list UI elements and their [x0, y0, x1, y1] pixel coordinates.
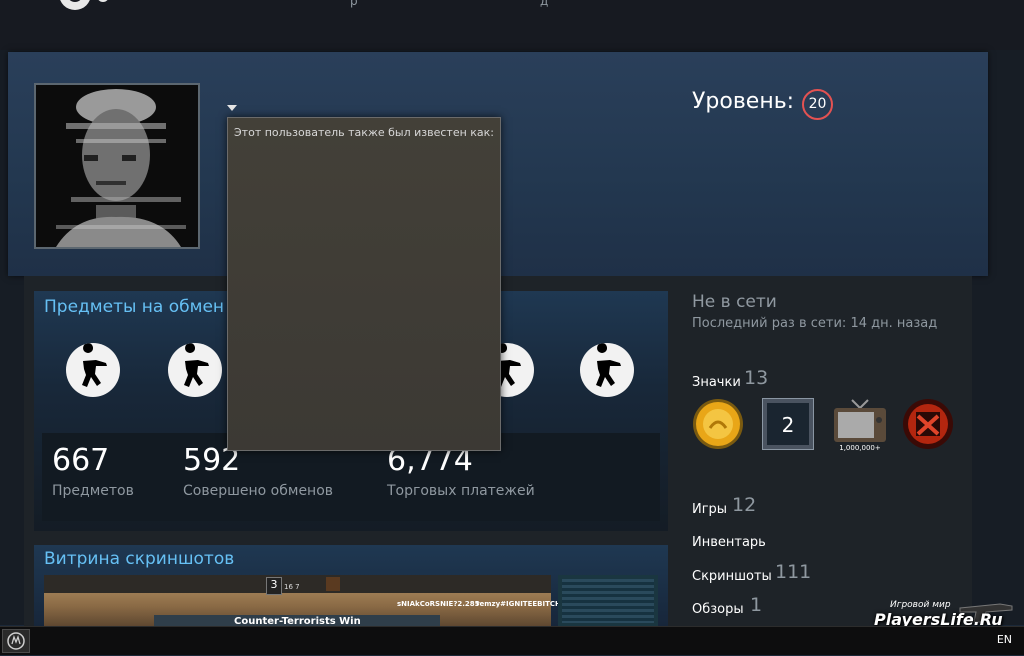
- hud-score: 16 7: [284, 583, 300, 591]
- badge-number: 2: [782, 413, 795, 437]
- stat-trades-label: Совершено обменов: [183, 483, 334, 499]
- killfeed-left: sNIAkCoRSNIE?2.285: [397, 600, 480, 608]
- steam-logo-icon[interactable]: [45, 0, 125, 18]
- screenshots-count: 111: [775, 561, 812, 583]
- showcase-title[interactable]: Витрина скриншотов: [44, 549, 234, 569]
- level-label: Уровень:: [692, 89, 795, 114]
- avatar[interactable]: [34, 83, 200, 249]
- terrorist-team-icon: [326, 577, 340, 591]
- badge-dota-icon[interactable]: [902, 398, 954, 450]
- inventory-link[interactable]: Инвентарь: [692, 535, 766, 550]
- nav-item-fragment[interactable]: д: [540, 0, 548, 8]
- badges-count: 13: [744, 367, 769, 389]
- screenshots-link[interactable]: Скриншоты: [692, 569, 772, 584]
- showcase-title[interactable]: Предметы на обмен: [44, 297, 224, 317]
- reviews-link[interactable]: Обзоры: [692, 602, 744, 617]
- hud-round-number: 3: [266, 577, 282, 595]
- statue-portrait-image: [36, 85, 198, 247]
- screenshot-thumbnail[interactable]: [558, 575, 658, 627]
- games-link[interactable]: Игры: [692, 502, 727, 517]
- item-slot[interactable]: [580, 343, 634, 397]
- soldier-silhouette-icon: [82, 343, 107, 387]
- name-history-title: Этот пользователь также был известен как…: [234, 126, 495, 139]
- last-online-text: Последний раз в сети: 14 дн. назад: [692, 316, 938, 331]
- stat-items-value: 667: [52, 443, 110, 478]
- online-status: Не в сети: [692, 292, 777, 312]
- reviews-count: 1: [750, 594, 763, 616]
- language-indicator[interactable]: EN: [997, 633, 1012, 646]
- item-slot[interactable]: [168, 343, 222, 397]
- badge-level-2-icon[interactable]: 2: [762, 398, 814, 450]
- badges-link[interactable]: Значки: [692, 375, 741, 390]
- nav-item-fragment[interactable]: р: [350, 0, 358, 8]
- taskbar: EN: [0, 626, 1024, 655]
- stat-items-label: Предметов: [52, 483, 134, 499]
- start-button[interactable]: [2, 629, 30, 653]
- badge-coin-icon[interactable]: [692, 398, 744, 450]
- games-count: 12: [732, 494, 757, 516]
- name-history-dropdown: Этот пользователь также был известен как…: [227, 117, 501, 451]
- screenshot-showcase: Витрина скриншотов 3 16 7 sNIAkCoRSNIE?2…: [34, 545, 668, 627]
- soldier-silhouette-icon: [596, 343, 621, 387]
- tv-caption: 1,000,000+: [839, 444, 881, 452]
- name-history-arrow-icon[interactable]: [227, 105, 237, 111]
- stat-payments-label: Торговых платежей: [387, 483, 535, 499]
- killfeed-right: remzy#IGNITEEBITCH-: [476, 600, 564, 608]
- level-badge[interactable]: 20: [802, 89, 833, 120]
- watermark-top: Игровой мир: [890, 600, 951, 610]
- featured-screenshot[interactable]: 3 16 7 sNIAkCoRSNIE?2.285 remzy#IGNITEEB…: [44, 575, 564, 627]
- top-nav-bar: р д: [0, 0, 1024, 50]
- item-slot[interactable]: [66, 343, 120, 397]
- badge-tv-icon[interactable]: 1,000,000+: [832, 398, 886, 452]
- soldier-silhouette-icon: [184, 343, 209, 387]
- start-logo-icon: [7, 632, 25, 650]
